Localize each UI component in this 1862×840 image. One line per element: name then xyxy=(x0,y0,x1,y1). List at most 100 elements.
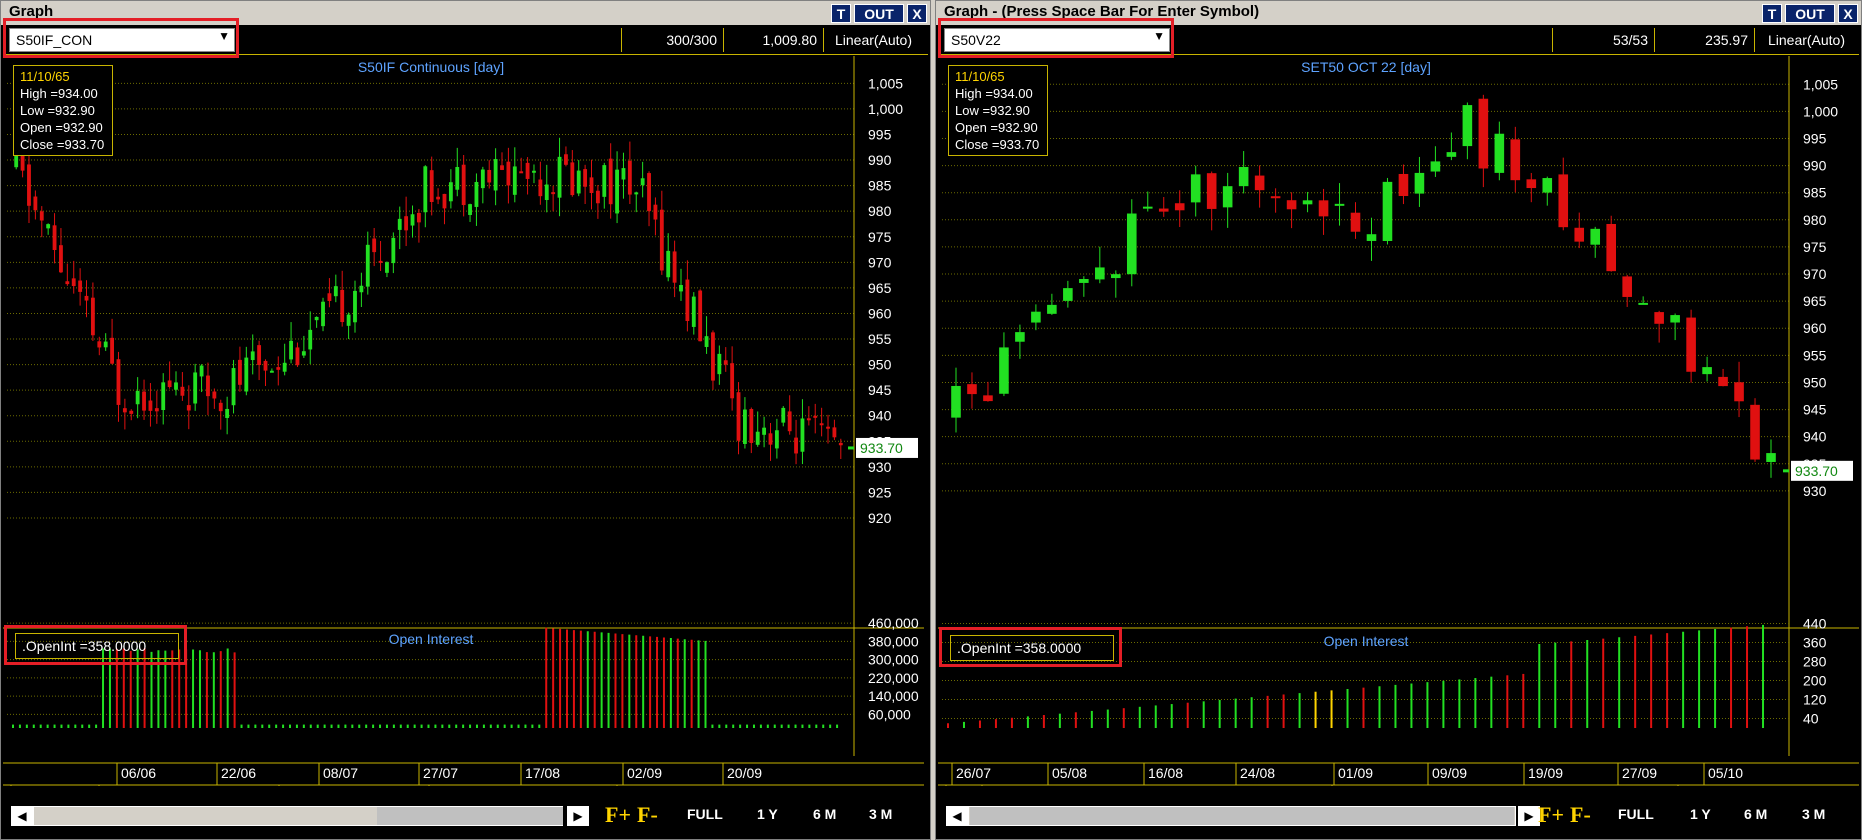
candle-body xyxy=(1382,181,1393,241)
oi-title: Open Interest xyxy=(1323,633,1409,649)
candle-body xyxy=(1095,267,1105,280)
full-button[interactable]: FULL xyxy=(1618,806,1654,822)
candle-body xyxy=(378,260,383,263)
price-tick-label: 950 xyxy=(868,357,892,373)
last-price-label: 933.70 xyxy=(1795,463,1838,479)
oi-tick-label: 200 xyxy=(1803,673,1827,689)
scroll-thumb[interactable] xyxy=(970,807,1514,825)
candle-body xyxy=(525,162,530,179)
candle-body xyxy=(1542,178,1553,193)
candle-body xyxy=(461,164,466,206)
candle-body xyxy=(295,347,300,366)
candle-body xyxy=(1526,179,1537,189)
horizontal-scrollbar[interactable]: ◀ ▶ F+ F- FULL 1 Y 6 M 3 M xyxy=(938,802,1859,829)
candle-body xyxy=(1670,315,1680,323)
three-month-button[interactable]: 3 M xyxy=(1802,806,1825,822)
close-button[interactable]: X xyxy=(1838,4,1858,23)
candle-body xyxy=(736,392,741,441)
zoom-in-button[interactable]: F+ xyxy=(605,802,631,828)
date-tick-label: 02/09 xyxy=(627,765,662,781)
price-tick-label: 970 xyxy=(1803,266,1827,282)
candle-body xyxy=(301,351,306,356)
candle-body xyxy=(512,166,517,195)
candle-body xyxy=(647,173,651,212)
candle-body xyxy=(800,418,805,452)
three-month-button[interactable]: 3 M xyxy=(869,806,892,822)
candle-body xyxy=(442,193,447,209)
candle-body xyxy=(282,362,287,372)
candle-body xyxy=(71,278,76,286)
candle-body xyxy=(723,360,728,365)
zoom-in-button[interactable]: F+ xyxy=(1538,802,1564,828)
info-close: Close =933.70 xyxy=(955,137,1040,152)
out-button[interactable]: OUT xyxy=(854,4,904,23)
candle-body xyxy=(455,167,460,190)
candle-body xyxy=(321,301,325,327)
candle-body xyxy=(743,409,747,444)
oi-tick-label: 440 xyxy=(1803,616,1827,632)
candle-body xyxy=(768,433,773,445)
candle-body xyxy=(487,169,492,183)
symbol-highlight xyxy=(3,18,239,58)
candle-body xyxy=(359,285,364,293)
candle-body xyxy=(755,431,760,445)
candle-body xyxy=(1270,196,1281,199)
candle-body xyxy=(1238,166,1249,187)
close-button[interactable]: X xyxy=(907,4,927,23)
price-tick-label: 925 xyxy=(868,484,892,500)
scroll-right-icon[interactable]: ▶ xyxy=(567,806,589,826)
price-tick-label: 970 xyxy=(868,254,892,270)
oi-tick-label: 120 xyxy=(1803,692,1827,708)
candle-body xyxy=(595,190,600,204)
one-year-button[interactable]: 1 Y xyxy=(1690,806,1711,822)
candle-body xyxy=(1638,302,1648,305)
price-tick-label: 985 xyxy=(868,178,892,194)
candle-body xyxy=(122,408,127,413)
candle-body xyxy=(781,407,786,423)
candle-body xyxy=(1510,139,1521,181)
scroll-left-icon[interactable]: ◀ xyxy=(11,806,33,826)
candle-body xyxy=(231,368,236,406)
candle-body xyxy=(1334,203,1345,206)
t-button[interactable]: T xyxy=(831,4,851,23)
out-button[interactable]: OUT xyxy=(1785,4,1835,23)
candle-body xyxy=(787,411,792,432)
chart-title: S50IF Continuous [day] xyxy=(357,59,505,75)
candle-body xyxy=(365,244,370,287)
candle-body xyxy=(1174,203,1185,211)
zoom-out-button[interactable]: F- xyxy=(1570,802,1591,828)
candle-body xyxy=(480,169,485,189)
candle-body xyxy=(20,155,25,171)
scroll-left-icon[interactable]: ◀ xyxy=(946,806,968,826)
six-month-button[interactable]: 6 M xyxy=(813,806,836,822)
candle-body xyxy=(806,418,811,421)
horizontal-scrollbar[interactable]: ◀ ▶ F+ F- FULL 1 Y 6 M 3 M xyxy=(3,802,928,829)
candle-body xyxy=(1318,200,1329,217)
one-year-button[interactable]: 1 Y xyxy=(757,806,778,822)
right-chart-area[interactable]: 1,005 1,000 995 990 985 980 975 970 965 960 955 950… xyxy=(938,56,1861,786)
left-chart-area[interactable]: 1,005 1,000 995 990 985 980 975 970 965 960 955 950… xyxy=(3,56,930,786)
six-month-button[interactable]: 6 M xyxy=(1744,806,1767,822)
candle-body xyxy=(1111,274,1121,279)
t-button[interactable]: T xyxy=(1762,4,1782,23)
scale-select[interactable]: Linear(Auto) xyxy=(823,28,923,52)
price-tick-label: 940 xyxy=(1803,429,1827,445)
candle-body xyxy=(653,204,658,220)
candle-body xyxy=(500,165,504,170)
candle-body xyxy=(1590,228,1601,245)
candle-body xyxy=(1478,98,1489,169)
scroll-right-icon[interactable]: ▶ xyxy=(1518,806,1540,826)
price-tick-label: 955 xyxy=(1803,347,1827,363)
price-tick-label: 945 xyxy=(1803,402,1827,418)
bars-count: 300/300 xyxy=(621,28,723,52)
zoom-out-button[interactable]: F- xyxy=(637,802,658,828)
scroll-thumb[interactable] xyxy=(377,807,563,825)
last-value: 1,009.80 xyxy=(723,28,823,52)
candle-body xyxy=(1734,382,1744,402)
candle-body xyxy=(1286,200,1297,210)
info-high: High =934.00 xyxy=(955,86,1033,101)
oi-tick-label: 300,000 xyxy=(868,652,919,668)
full-button[interactable]: FULL xyxy=(687,806,723,822)
scale-select[interactable]: Linear(Auto) xyxy=(1754,28,1858,52)
candle-body xyxy=(1302,200,1313,205)
